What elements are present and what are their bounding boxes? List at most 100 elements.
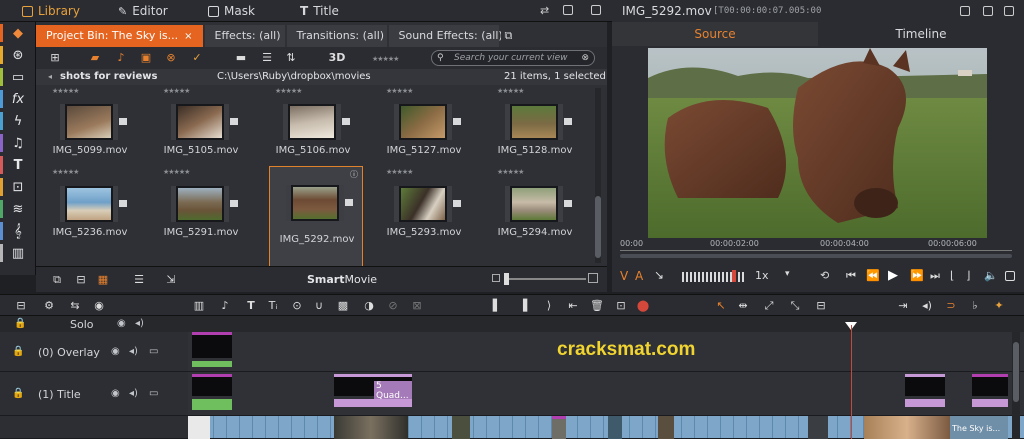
details-view-icon[interactable]: ☰ [132,273,146,287]
collapse-arrow-icon[interactable]: ◂ [48,69,52,85]
import-icon[interactable]: ⇲ [164,273,178,287]
lock-icon[interactable]: 🔒 [12,346,24,357]
tab-source[interactable]: Source [612,22,818,46]
go-to-start-icon[interactable]: ⏮ [846,269,856,283]
track-header-video[interactable] [0,416,188,439]
filter-video-icon[interactable]: ▰ [88,51,102,65]
mark-out-icon[interactable]: ⌋ [966,269,970,282]
media-item[interactable]: IMG_5106.mov [265,96,361,174]
delete-icon[interactable]: 🗑 [590,299,604,313]
lock-icon[interactable]: 🔒 [14,318,26,329]
filter-audio-icon[interactable]: ♪ [114,51,128,65]
pointer-icon[interactable]: ↖ [714,299,728,313]
detach-player-icon[interactable] [983,6,993,16]
timeline-scrollbar[interactable] [1012,332,1020,439]
volume-keyframe-icon[interactable]: ♭ [968,299,982,313]
mark-in-icon[interactable]: ⌊ [950,269,954,282]
timeline-settings-icon[interactable]: ⊟ [14,299,28,313]
filter-project-icon[interactable]: ⊗ [164,51,178,65]
track-sort-icon[interactable]: ⇆ [68,299,82,313]
add-media-icon[interactable]: ⊞ [48,51,62,65]
media-item[interactable]: IMG_5236.mov [42,178,138,256]
smartmovie-button[interactable]: SmartMovie [307,273,377,286]
music-icon[interactable]: ♪ [218,299,232,313]
thumbnail-size-slider[interactable] [504,273,586,285]
shuttle-control[interactable] [682,272,746,282]
menus-icon[interactable]: ▥ [8,245,28,263]
media-icon[interactable]: ⊛ [8,47,28,65]
collections-icon[interactable]: ▭ [8,69,28,87]
disc-icon[interactable]: ◉ [92,299,106,313]
tab-timeline[interactable]: Timeline [818,22,1024,46]
speaker-icon[interactable]: ◂) [920,299,934,313]
info-icon[interactable]: ⓘ [350,169,358,180]
transitions-icon[interactable]: ϟ [8,113,28,131]
grid-view-icon[interactable]: ▦ [96,273,110,287]
track-header-overlay[interactable]: 🔒 (0) Overlay ◉ ◂) ▭ [0,332,188,372]
smart-tool-icon[interactable]: ▌ [490,299,504,313]
layers-icon[interactable]: ≋ [8,201,28,219]
split-icon[interactable]: ▩ [336,299,350,313]
library-menu[interactable]: Library [22,3,80,19]
project-bin-icon[interactable]: ◆ [8,25,28,43]
video-clip-end[interactable]: The Sky is... [950,416,1008,439]
timeline-ruler[interactable] [188,316,1024,332]
speed-selector[interactable]: 1x [755,269,769,282]
player-ruler[interactable]: 00:00 00:00:02:00 00:00:04:00 00:00:06:0… [620,239,1016,258]
media-item[interactable]: IMG_5291.mov [153,178,249,256]
ripple-icon[interactable]: ⟩ [542,299,556,313]
fullscreen-player-icon[interactable] [1005,271,1015,281]
export-frame-icon[interactable] [960,6,970,16]
volume-icon[interactable]: 🔈 [984,269,998,282]
effects-icon[interactable]: fx [8,91,28,109]
filter-check-icon[interactable]: ✓ [190,51,204,65]
monitor-icon[interactable]: ▭ [149,388,158,399]
tab-add-icon[interactable]: ⧉ [500,25,523,47]
track-video[interactable]: The Sky is... [188,416,1024,439]
lock-icon[interactable]: 🔒 [12,388,24,399]
eye-icon[interactable]: ◉ [111,388,120,399]
tab-project-bin[interactable]: Project Bin: The Sky is... × [36,25,203,47]
storyboard-icon[interactable]: ⊟ [74,273,88,287]
folder-icon[interactable]: ▬ [234,51,248,65]
overlay-clip[interactable] [192,332,232,367]
close-icon[interactable]: × [184,31,192,42]
trim-icon[interactable]: ▐ [516,299,530,313]
filter-photo-icon[interactable]: ▣ [139,51,153,65]
music-icon[interactable]: ♫ [8,135,28,153]
clear-search-icon[interactable]: ⊗ [581,51,589,65]
media-item[interactable]: IMG_5127.mov [376,96,472,174]
narration-icon[interactable]: ⊙ [290,299,304,313]
play-icon[interactable]: ▶ [888,268,898,283]
go-to-end-icon[interactable]: ⏭ [930,269,940,283]
sort-icon[interactable]: ⇅ [284,51,298,65]
zoom-out-icon[interactable]: ⤡ [788,299,802,313]
audio-toggle[interactable]: A [635,269,643,283]
loop-icon[interactable]: ⟲ [820,269,829,282]
marker-icon[interactable]: ◑ [362,299,376,313]
video-toggle[interactable]: V [620,269,628,283]
title-clip[interactable] [192,374,232,410]
large-thumb-icon[interactable] [588,273,598,283]
snapshot-icon[interactable]: ⊡ [614,299,628,313]
send-to-timeline-icon[interactable]: ↘ [654,268,664,282]
video-clip[interactable] [864,416,950,439]
maximize-icon[interactable] [591,5,601,15]
speaker-icon[interactable]: ◂) [135,318,144,329]
audio-ducking-icon[interactable]: ⇥ [896,299,910,313]
title-tool-icon[interactable]: T [244,299,258,313]
media-item-selected[interactable]: ⓘ IMG_5292.mov [269,166,363,267]
step-forward-icon[interactable]: ⏩ [910,269,924,282]
audio-mixer-icon[interactable]: ▥ [192,299,206,313]
speaker-icon[interactable]: ◂) [129,346,138,357]
media-item[interactable]: IMG_5105.mov [153,96,249,174]
media-item[interactable]: IMG_5128.mov [487,96,583,174]
swap-icon[interactable]: ⇄ [540,4,549,17]
marker-red-icon[interactable]: ⬤ [636,299,650,313]
montage-icon[interactable]: ⊡ [8,179,28,197]
title-clip[interactable] [972,374,1008,407]
insert-icon[interactable]: ⇤ [566,299,580,313]
video-clip[interactable] [188,416,210,439]
title-menu[interactable]: T Title [300,3,339,19]
title-clip[interactable] [905,374,945,407]
